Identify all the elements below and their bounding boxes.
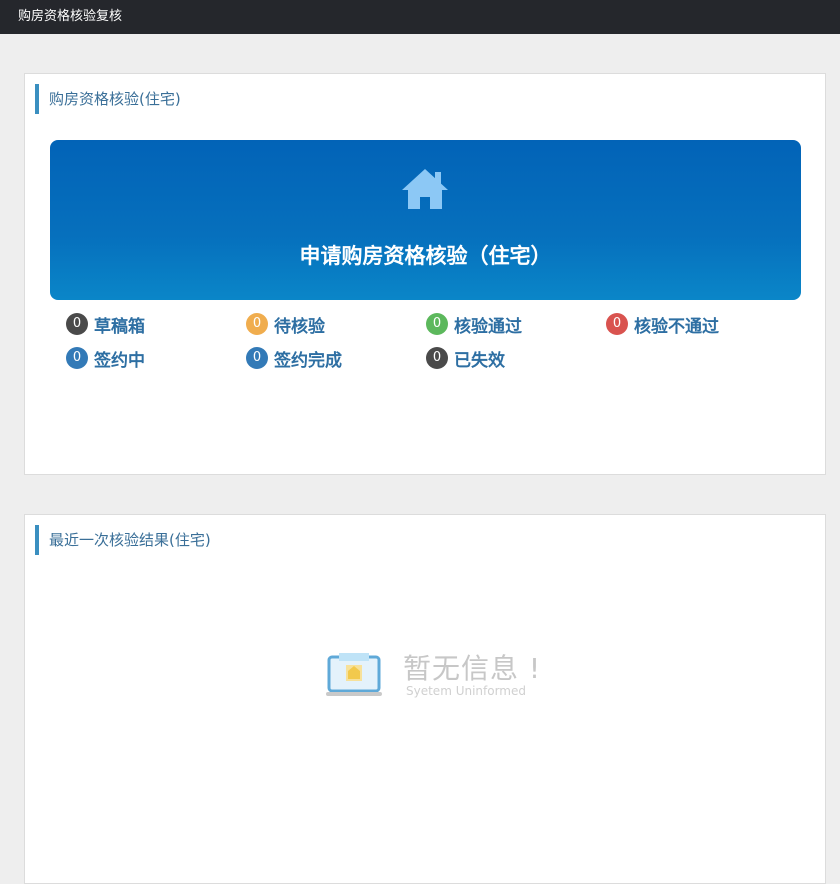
status-count-badge: 0	[246, 313, 268, 335]
status-count-badge: 0	[66, 347, 88, 369]
apply-check-button[interactable]: 申请购房资格核验（住宅）	[50, 140, 801, 300]
status-label: 已失效	[454, 350, 505, 371]
apply-check-label: 申请购房资格核验（住宅）	[299, 244, 552, 268]
status-count-badge: 0	[246, 347, 268, 369]
empty-title: 暂无信息 !	[403, 652, 542, 685]
status-signing[interactable]: 0 签约中	[66, 346, 145, 371]
page-header-title: 购房资格核验复核	[18, 9, 123, 24]
empty-state: 暂无信息 ! Syetem Uninformed	[325, 647, 555, 707]
latest-result-panel: 最近一次核验结果(住宅) 暂无信息 ! Syetem Uninformed	[24, 514, 826, 884]
status-passed[interactable]: 0 核验通过	[426, 312, 522, 337]
status-label: 草稿箱	[94, 316, 145, 337]
status-failed[interactable]: 0 核验不通过	[606, 312, 719, 337]
status-count-badge: 0	[426, 347, 448, 369]
empty-laptop-icon	[326, 653, 382, 696]
panel-title: 购房资格核验(住宅)	[35, 84, 181, 114]
qualification-check-panel: 购房资格核验(住宅) 申请购房资格核验（住宅） 0 草稿箱 0 待核验 0 核验…	[24, 73, 826, 475]
status-draft[interactable]: 0 草稿箱	[66, 312, 145, 337]
status-pending[interactable]: 0 待核验	[246, 312, 325, 337]
status-label: 签约中	[94, 350, 145, 371]
panel-title: 最近一次核验结果(住宅)	[35, 525, 211, 555]
empty-subtitle: Syetem Uninformed	[406, 684, 526, 698]
status-count-badge: 0	[606, 313, 628, 335]
status-expired[interactable]: 0 已失效	[426, 346, 505, 371]
top-bar: 购房资格核验复核	[0, 0, 840, 34]
status-label: 核验通过	[454, 316, 522, 337]
status-label: 待核验	[274, 316, 325, 337]
home-icon	[402, 169, 448, 209]
status-signed[interactable]: 0 签约完成	[246, 346, 342, 371]
status-count-badge: 0	[66, 313, 88, 335]
status-label: 核验不通过	[634, 316, 719, 337]
status-count-badge: 0	[426, 313, 448, 335]
status-label: 签约完成	[274, 350, 342, 371]
